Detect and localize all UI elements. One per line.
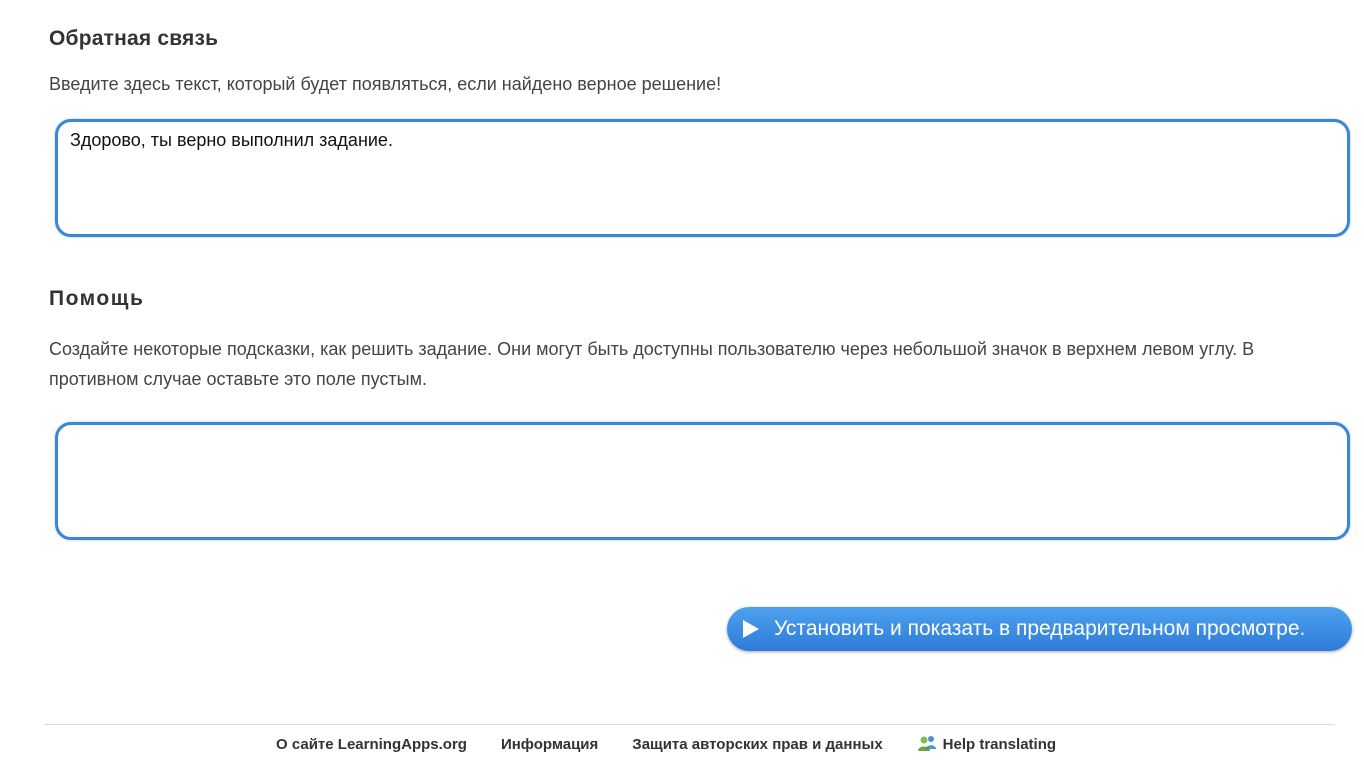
- app-editor-page: Обратная связь Введите здесь текст, кото…: [0, 0, 1364, 771]
- feedback-textarea[interactable]: Здорово, ты верно выполнил задание.: [55, 119, 1350, 237]
- footer-link-help-translating[interactable]: Help translating: [917, 734, 1056, 754]
- help-title: Помощь: [49, 287, 145, 310]
- preview-button-label: Установить и показать в предварительном …: [774, 617, 1306, 640]
- preview-button[interactable]: Установить и показать в предварительном …: [727, 607, 1352, 651]
- help-description: Создайте некоторые подсказки, как решить…: [49, 339, 1255, 389]
- feedback-title: Обратная связь: [49, 27, 219, 50]
- translate-people-icon: [917, 736, 936, 751]
- footer-link-copyright[interactable]: Защита авторских прав и данных: [632, 736, 882, 753]
- help-textarea[interactable]: [55, 422, 1350, 540]
- play-icon: [743, 620, 759, 638]
- feedback-description: Введите здесь текст, который будет появл…: [49, 74, 722, 94]
- footer-link-about[interactable]: О сайте LearningApps.org: [276, 736, 467, 753]
- footer: О сайте LearningApps.org Информация Защи…: [0, 734, 1364, 754]
- footer-link-information[interactable]: Информация: [501, 736, 598, 753]
- help-translating-label: Help translating: [942, 735, 1057, 753]
- footer-divider: [45, 724, 1335, 725]
